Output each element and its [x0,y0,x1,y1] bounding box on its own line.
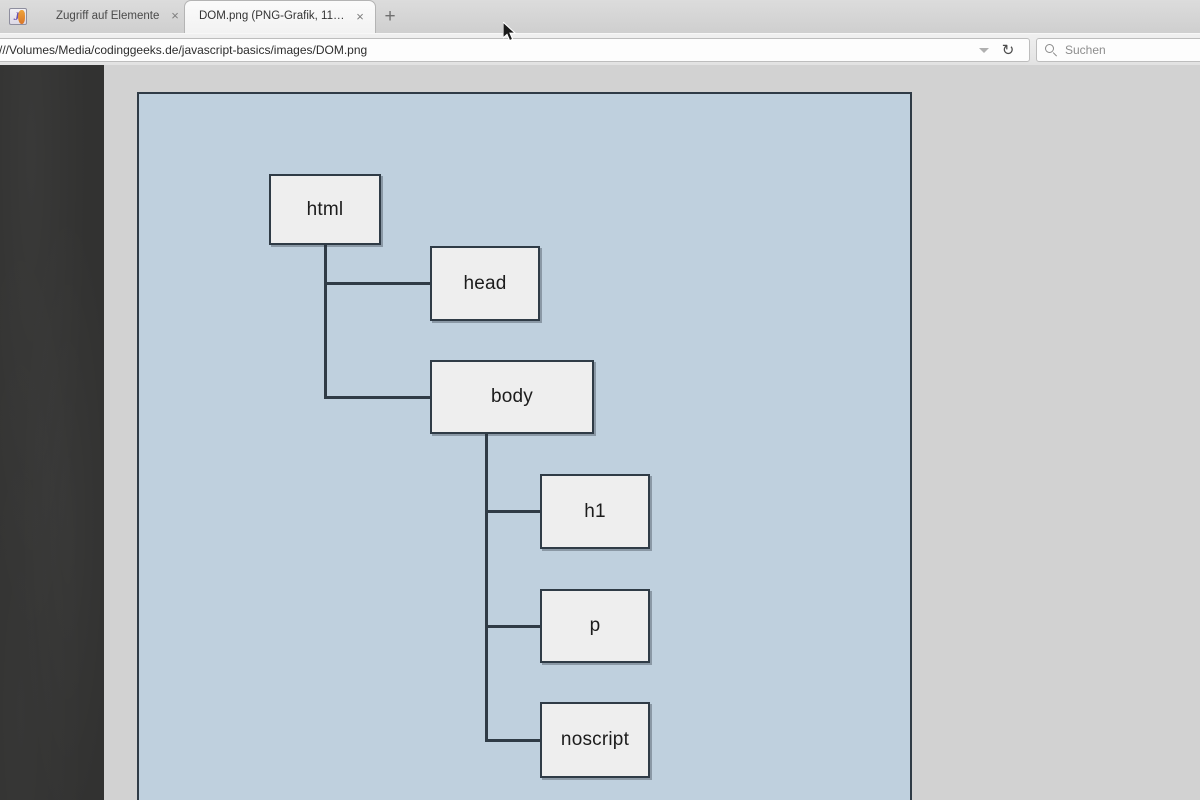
dom-node-label: noscript [560,729,630,750]
navigation-bar: ///Volumes/Media/codinggeeks.de/javascri… [0,33,1200,65]
dom-node-html: html [269,174,381,245]
url-text: ///Volumes/Media/codinggeeks.de/javascri… [0,43,368,57]
search-icon-handle [1052,52,1057,57]
dom-node-label: html [306,198,344,220]
reload-icon[interactable]: ↻ [999,43,1017,60]
browser-tab-inactive[interactable]: Zugriff auf Elemente × [38,0,190,33]
search-icon [1045,44,1058,57]
dom-node-h1: h1 [540,474,650,549]
dom-node-noscript: noscript [540,702,650,778]
connector-line-horizontal [323,395,431,399]
dom-node-label: h1 [584,500,606,522]
new-tab-button[interactable]: + [380,7,400,27]
mouse-cursor-icon [503,22,517,42]
favicon-flame-shape [18,10,25,24]
tab-title: DOM.png (PNG-Grafik, 1152 × 8… [199,10,347,22]
browser-tab-active[interactable]: DOM.png (PNG-Grafik, 1152 × 8… × [184,0,376,33]
connector-line-vertical [323,245,327,397]
dom-node-label: body [490,386,533,407]
connector-line-horizontal [484,510,541,513]
dom-node-label: head [463,272,507,294]
page-viewport: html head body h1 p noscript [0,65,1200,800]
tab-close-icon[interactable]: × [354,10,366,23]
tab-close-icon[interactable]: × [169,9,181,22]
dom-node-head: head [430,246,540,321]
tab-title: Zugriff auf Elemente [56,10,160,22]
dom-node-body: body [430,360,594,434]
connector-line-horizontal [484,738,541,742]
javascript-favicon: JS [9,8,27,25]
dom-node-p: p [540,589,650,663]
dom-node-label: p [589,615,601,636]
connector-line-horizontal [323,282,431,285]
browser-chrome: JS Zugriff auf Elemente × DOM.png (PNG-G… [0,0,1200,65]
search-input[interactable]: Suchen [1036,38,1200,62]
dark-left-panel [0,65,104,800]
chevron-down-icon[interactable] [979,48,989,53]
search-placeholder: Suchen [1065,43,1106,57]
connector-line-vertical [484,434,488,740]
dom-diagram-canvas: html head body h1 p noscript [137,92,912,800]
tab-strip: JS Zugriff auf Elemente × DOM.png (PNG-G… [0,0,1200,33]
connector-line-horizontal [484,624,541,628]
